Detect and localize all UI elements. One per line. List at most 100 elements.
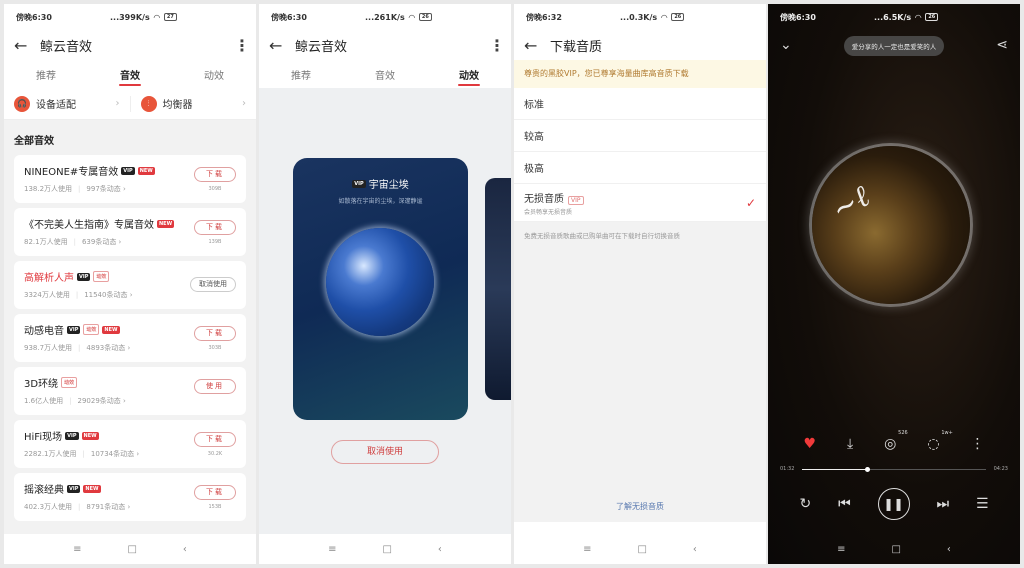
download-vip-icon[interactable]: ⤓ (847, 436, 853, 452)
pause-button[interactable]: ❚❚ (877, 488, 910, 520)
comments-count: 1w+ (941, 430, 953, 436)
collapse-chevron-icon[interactable]: ⌄ (780, 37, 820, 53)
nav-back-icon[interactable]: ‹ (438, 544, 442, 555)
nav-home-icon[interactable]: □ (891, 544, 900, 555)
more-options-icon[interactable]: ⋮ (489, 36, 505, 55)
player-actions: ♥ ⤓ ◎ 526 ◌ 1w+ ⋮ (768, 430, 1020, 452)
tab-recommend[interactable]: 推荐 (259, 67, 343, 82)
effects-list: 全部音效 NINEONE#专属音效 VIP NEW 138.2万人使用 | 997条动态… (4, 120, 256, 540)
next-icon[interactable]: ⏭ (936, 496, 949, 512)
vip-badge: VIP (121, 166, 135, 175)
quality-option-lossless[interactable]: 无损音质 VIP 会员畅享无损音质 ✓ (514, 184, 766, 222)
nav-home-icon[interactable]: □ (637, 544, 646, 555)
animation-carousel: VIP 宇宙尘埃 如散落在宇宙的尘埃，深邃静谧 取消使用 (259, 88, 511, 534)
tab-animations[interactable]: 动效 (427, 67, 511, 86)
tab-sound-effects[interactable]: 音效 (88, 67, 172, 86)
quality-option-standard[interactable]: 标准 (514, 88, 766, 120)
effect-posts[interactable]: 8791条动态 (86, 503, 125, 511)
tab-animations[interactable]: 动效 (172, 67, 256, 82)
effect-posts[interactable]: 4893条动态 (86, 344, 125, 352)
effect-posts[interactable]: 11540条动态 (84, 291, 127, 299)
vip-tag: VIP (568, 195, 584, 205)
nav-back-icon[interactable]: ‹ (183, 544, 187, 555)
effect-posts[interactable]: 997条动态 (86, 185, 120, 193)
effect-list-item[interactable]: 摇滚经典 VIP NEW 402.3万人使用 | 8791条动态 › 下载 153B (14, 473, 246, 521)
effect-action-button[interactable]: 下载 (194, 220, 236, 235)
nav-back-icon[interactable]: ‹ (693, 544, 697, 555)
vip-badge: VIP (65, 431, 79, 440)
effect-list-item[interactable]: NINEONE#专属音效 VIP NEW 138.2万人使用 | 997条动态 › 下载… (14, 155, 246, 203)
animation-card[interactable]: VIP 宇宙尘埃 如散落在宇宙的尘埃，深邃静谧 (293, 158, 468, 420)
quality-note: 免费无损音质歌曲或已购单曲可在下载时自行切换音质 (524, 232, 680, 240)
effect-users: 82.1万人使用 (24, 238, 68, 246)
status-bar: 傍晚6:30 ...261K/s ◠ 26 (259, 4, 511, 30)
previous-icon[interactable]: ⏮ (838, 496, 851, 512)
playlist-icon[interactable]: ☰ (976, 496, 989, 512)
tab-sound-effects[interactable]: 音效 (343, 67, 427, 82)
net-speed: ...6.5K/s (874, 12, 912, 22)
effect-action-button[interactable]: 下载 (194, 326, 236, 341)
option-label: 较高 (524, 132, 544, 143)
effect-action-button[interactable]: 下载 (194, 485, 236, 500)
effect-name: HiFi现场 (24, 432, 63, 443)
back-arrow-icon[interactable]: ← (269, 36, 295, 55)
effect-name: 高解析人声 (24, 273, 74, 284)
effect-list-item[interactable]: 《不完美人生指南》专属音效 NEW 82.1万人使用 | 639条动态 › 下载 13… (14, 208, 246, 256)
effect-users: 1.6亿人使用 (24, 397, 64, 405)
wifi-icon: ◠ (661, 12, 668, 22)
like-heart-icon[interactable]: ♥ (803, 436, 816, 452)
effect-list-item[interactable]: 动感电音 VIP 动效 NEW 938.7万人使用 | 4893条动态 › 下载 303B (14, 314, 246, 362)
effect-name: NINEONE#专属音效 (24, 167, 119, 178)
effect-name: 摇滚经典 (24, 485, 64, 496)
nav-home-icon[interactable]: □ (127, 544, 136, 555)
effect-list-item[interactable]: 3D环绕 动效 1.6亿人使用 | 29029条动态 › 使用 (14, 367, 246, 415)
tab-recommend[interactable]: 推荐 (4, 67, 88, 82)
section-title: 全部音效 (14, 136, 54, 147)
nav-menu-icon[interactable]: ≡ (73, 544, 81, 555)
nav-home-icon[interactable]: □ (382, 544, 391, 555)
back-arrow-icon[interactable]: ← (14, 36, 40, 55)
effect-posts[interactable]: 639条动态 (82, 238, 116, 246)
animations-screen: 傍晚6:30 ...261K/s ◠ 26 ← 鲸云音效 ⋮ 推荐 音效 动效 VI… (259, 4, 511, 564)
nav-back-icon[interactable]: ‹ (947, 544, 951, 555)
device-adapt-button[interactable]: 🎧 设备适配 › (4, 95, 130, 112)
effect-action-button[interactable]: 下载 (194, 167, 236, 182)
comments-icon[interactable]: ◌ 1w+ (927, 430, 952, 452)
cancel-use-button[interactable]: 取消使用 (331, 440, 439, 464)
equalizer-button[interactable]: ⫶ 均衡器 › (129, 95, 257, 112)
effect-action-button[interactable]: 使用 (194, 379, 236, 394)
learn-lossless-link[interactable]: 了解无损音质 (514, 501, 766, 512)
effect-list-item[interactable]: 高解析人声 VIP 动效 3324万人使用 | 11540条动态 › 取消使用 (14, 261, 246, 309)
nav-menu-icon[interactable]: ≡ (837, 544, 845, 555)
download-quality-screen: 傍晚6:32 ...0.3K/s ◠ 26 ← 下载音质 尊贵的黑胶VIP，您已尊享… (514, 4, 766, 564)
seek-knob[interactable] (864, 466, 870, 472)
tab-bar: 推荐 音效 动效 (4, 60, 256, 88)
quality-option-higher[interactable]: 较高 (514, 120, 766, 152)
repeat-icon[interactable]: ↻ (799, 496, 811, 512)
nav-menu-icon[interactable]: ≡ (583, 544, 591, 555)
effect-action-button[interactable]: 取消使用 (190, 277, 236, 292)
effect-size: 303B (208, 345, 222, 351)
effect-list-item[interactable]: HiFi现场 VIP NEW 2282.1万人使用 | 10734条动态 › 下载 30… (14, 420, 246, 468)
more-options-icon[interactable]: ⋮ (234, 36, 250, 55)
nav-menu-icon[interactable]: ≡ (328, 544, 336, 555)
option-label: 标准 (524, 100, 544, 111)
effect-action-button[interactable]: 下载 (194, 432, 236, 447)
device-adapt-label: 设备适配 (36, 100, 76, 111)
next-animation-card[interactable] (485, 178, 511, 400)
headphones-icon: 🎧 (14, 95, 30, 112)
back-arrow-icon[interactable]: ← (524, 36, 550, 55)
effect-posts[interactable]: 10734条动态 (91, 450, 134, 458)
album-disc[interactable]: ~ℓ (812, 146, 970, 304)
effect-size: 309B (208, 186, 222, 192)
seek-bar[interactable] (802, 466, 986, 472)
more-options-icon[interactable]: ⋮ (970, 436, 984, 452)
effect-size: 30.2K (207, 451, 223, 457)
share-icon[interactable]: ⋖ (968, 37, 1008, 53)
option-label: 极高 (524, 164, 544, 175)
quality-option-extreme[interactable]: 极高 (514, 152, 766, 184)
net-speed: ...261K/s (365, 12, 405, 22)
effect-posts[interactable]: 29029条动态 (78, 397, 121, 405)
effects-icon[interactable]: ◎ 526 (884, 430, 908, 452)
page-title: 鲸云音效 (295, 39, 348, 55)
